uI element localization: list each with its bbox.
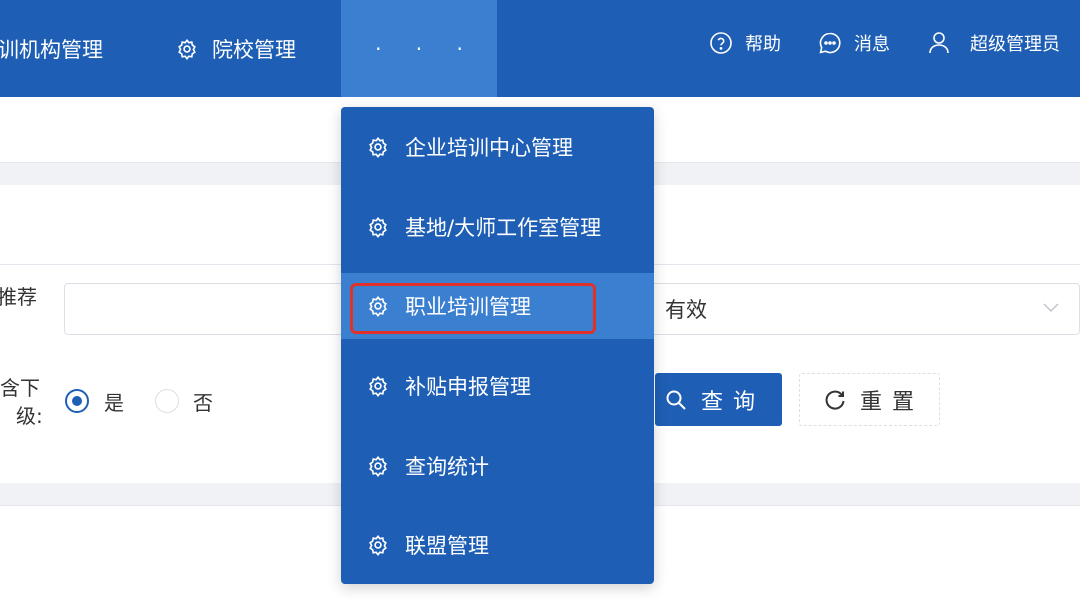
radio-yes[interactable] — [65, 389, 89, 413]
help-link[interactable]: 帮助 — [709, 0, 781, 86]
gear-icon — [367, 534, 389, 556]
menu-item-vocational-training[interactable]: 职业培训管理 — [341, 273, 654, 339]
status-select[interactable] — [645, 283, 1080, 335]
chevron-down-icon — [1042, 298, 1060, 320]
menu-item-label: 查询统计 — [405, 455, 489, 479]
menu-item-label: 基地/大师工作室管理 — [405, 216, 602, 240]
user-icon — [928, 31, 950, 55]
gear-icon — [176, 38, 198, 60]
menu-item-label: 企业培训中心管理 — [405, 136, 573, 160]
top-nav-bar: 训机构管理 院校管理 · · · 帮助 消息 超级管理员 — [0, 0, 1080, 97]
nav-item-label: 院校管理 — [212, 37, 296, 62]
recommend-label: 推荐 — [0, 285, 37, 309]
gear-icon — [367, 375, 389, 397]
gear-icon — [367, 295, 389, 317]
radio-no[interactable] — [155, 389, 179, 413]
refresh-icon — [824, 389, 846, 411]
radio-yes-label: 是 — [104, 391, 124, 415]
menu-item-label: 补贴申报管理 — [405, 375, 531, 399]
gear-icon — [367, 136, 389, 158]
help-label: 帮助 — [745, 34, 781, 55]
status-select-value: 有效 — [665, 298, 707, 322]
nav-more-button[interactable]: · · · — [341, 0, 497, 97]
messages-label: 消息 — [854, 34, 890, 55]
nav-item-college[interactable]: 院校管理 — [176, 0, 296, 97]
gear-icon — [367, 216, 389, 238]
user-menu[interactable]: 超级管理员 — [928, 0, 1060, 86]
nav-item-training-institution[interactable]: 训机构管理 — [0, 0, 103, 97]
recommend-input[interactable] — [64, 283, 354, 335]
menu-item-alliance[interactable]: 联盟管理 — [341, 512, 654, 578]
menu-item-base-master-studio[interactable]: 基地/大师工作室管理 — [341, 194, 654, 260]
radio-no-label: 否 — [193, 391, 213, 415]
gear-icon — [367, 455, 389, 477]
reset-button-label: 重置 — [860, 389, 925, 415]
user-name: 超级管理员 — [970, 34, 1060, 55]
help-icon — [709, 31, 733, 55]
menu-item-label: 职业培训管理 — [405, 295, 531, 319]
query-button[interactable]: 查询 — [655, 373, 782, 426]
menu-item-subsidy-declaration[interactable]: 补贴申报管理 — [341, 353, 654, 419]
menu-item-label: 联盟管理 — [405, 534, 489, 558]
search-icon — [665, 389, 687, 411]
nav-item-label: 训机构管理 — [0, 37, 103, 62]
messages-link[interactable]: 消息 — [818, 0, 890, 86]
menu-item-query-statistics[interactable]: 查询统计 — [341, 433, 654, 499]
include-sub-label-line2: 级: — [16, 404, 43, 428]
more-dropdown-menu: 企业培训中心管理 基地/大师工作室管理 职业培训管理 补贴申报管理 查询统计 联… — [341, 107, 654, 584]
reset-button[interactable]: 重置 — [799, 373, 940, 426]
chat-bubble-icon — [818, 31, 842, 55]
menu-item-enterprise-training-center[interactable]: 企业培训中心管理 — [341, 114, 654, 180]
include-sub-label-line1: 含下 — [0, 376, 40, 400]
query-button-label: 查询 — [701, 389, 766, 415]
